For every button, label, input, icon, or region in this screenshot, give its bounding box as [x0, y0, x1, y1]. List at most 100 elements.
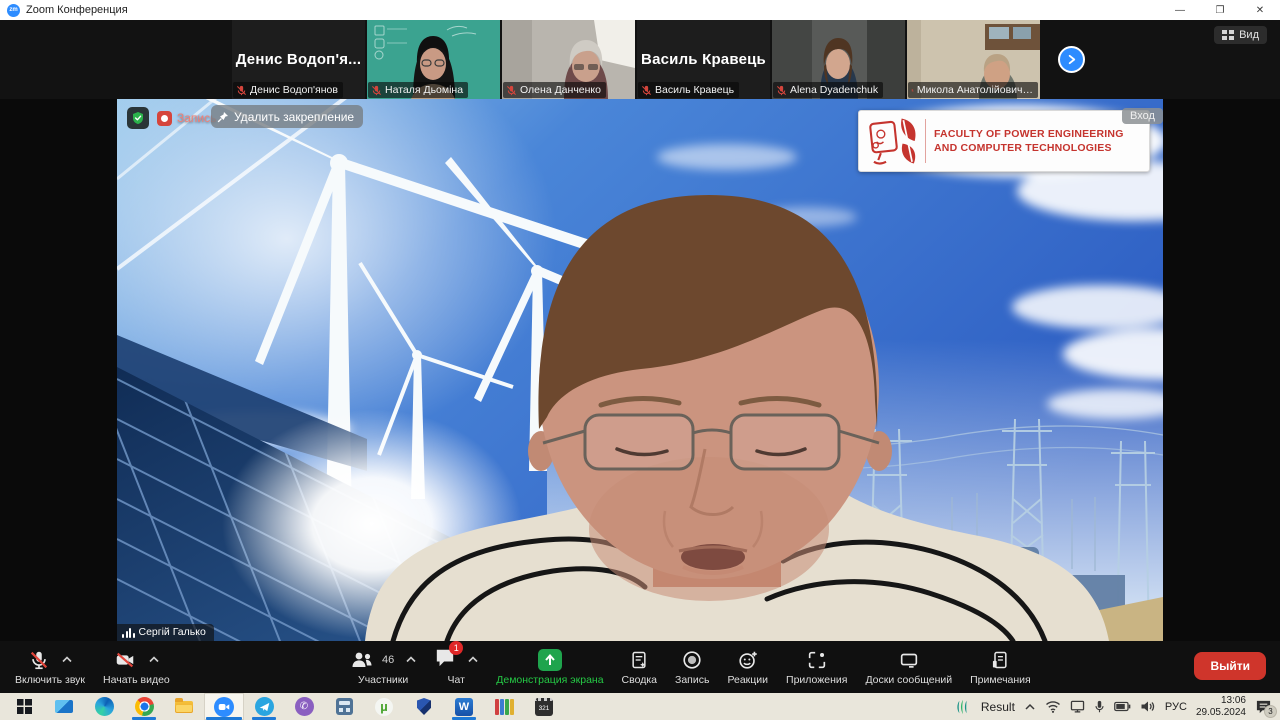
record-icon [681, 649, 703, 671]
summary-button[interactable]: Сводка [613, 641, 666, 693]
taskbar-explorer[interactable] [164, 693, 204, 720]
taskbar-zoom[interactable] [204, 693, 244, 720]
participant-tile[interactable]: Наталя Дьоміна [367, 20, 500, 99]
participant-tiles: Денис Водоп'я... Денис Водоп'янов [232, 20, 1040, 99]
weather-widget-icon[interactable] [954, 698, 972, 716]
main-stage: Запись Удалить закрепление [0, 99, 1280, 641]
participants-filmstrip: Денис Водоп'я... Денис Водоп'янов [0, 20, 1280, 99]
language-indicator[interactable]: РУС [1165, 701, 1187, 713]
chat-unread-badge: 1 [449, 641, 463, 655]
telegram-icon [255, 697, 274, 716]
recording-indicator[interactable]: Запись [157, 111, 216, 126]
mail-icon [55, 700, 73, 713]
unmute-button[interactable]: Включить звук [6, 641, 94, 693]
remove-pin-button[interactable]: Удалить закрепление [211, 105, 363, 128]
display-icon[interactable] [1070, 700, 1085, 713]
participant-tile[interactable]: Олена Данченко [502, 20, 635, 99]
mic-muted-icon [236, 85, 247, 96]
taskbar-calculator[interactable] [324, 693, 364, 720]
taskbar-telegram[interactable] [244, 693, 284, 720]
taskbar-mediaplayer[interactable]: 321 [524, 693, 564, 720]
participant-tile[interactable]: Alena Dyadenchuk [772, 20, 905, 99]
participant-name-label: Олена Данченко [503, 82, 606, 98]
participant-tile[interactable]: Микола Анатолійович… [907, 20, 1040, 99]
start-video-button[interactable]: Начать видео [94, 641, 179, 693]
participant-name-label: Микола Анатолійович… [908, 82, 1038, 98]
window-titlebar: zm Zoom Конференция — ❐ ✕ [0, 0, 1280, 20]
next-participants-button[interactable] [1058, 46, 1085, 73]
faculty-banner: FACULTY OF POWER ENGINEERING AND COMPUTE… [858, 110, 1150, 172]
taskbar-antivirus[interactable] [404, 693, 444, 720]
taskbar-chrome[interactable] [124, 693, 164, 720]
view-button[interactable]: Вид [1214, 26, 1267, 44]
banner-divider [925, 119, 926, 163]
chevron-up-icon[interactable] [468, 656, 478, 663]
close-button[interactable]: ✕ [1240, 0, 1280, 20]
faculty-logo [867, 115, 919, 167]
chevron-up-icon[interactable] [62, 656, 72, 663]
participant-name-label: Василь Кравець [638, 82, 739, 98]
speaker-video-scene [117, 99, 1163, 641]
share-screen-icon [538, 649, 562, 671]
summary-icon [629, 649, 649, 671]
mic-muted-icon [506, 85, 517, 96]
banner-line-2: AND COMPUTER TECHNOLOGIES [934, 142, 1124, 154]
participant-name-label: Наталя Дьоміна [368, 82, 468, 98]
notification-center[interactable]: 3 [1255, 699, 1272, 715]
gallery-view-icon [1222, 30, 1234, 40]
share-screen-button[interactable]: Демонстрация экрана [487, 641, 612, 693]
shield-app-icon [417, 698, 431, 715]
audio-level-icon [122, 627, 135, 638]
chrome-icon [135, 697, 154, 716]
restore-button[interactable]: ❐ [1200, 0, 1240, 20]
security-shield-icon[interactable] [127, 107, 149, 129]
taskbar-mail[interactable] [44, 693, 84, 720]
video-off-icon [113, 649, 137, 671]
clock[interactable]: 13:06 29.05.2024 [1196, 695, 1246, 719]
apps-button[interactable]: Приложения [777, 641, 856, 693]
participant-tile[interactable]: Василь Кравець Василь Кравець [637, 20, 770, 99]
battery-icon[interactable] [1114, 701, 1131, 712]
mic-tray-icon[interactable] [1094, 700, 1105, 714]
recording-icon [157, 111, 172, 126]
winrar-icon [495, 699, 514, 715]
taskbar-word[interactable]: W [444, 693, 484, 720]
chevron-right-icon [1066, 54, 1077, 65]
taskbar-edge[interactable] [84, 693, 124, 720]
chevron-up-icon[interactable] [149, 656, 159, 663]
taskbar-utorrent[interactable]: µ [364, 693, 404, 720]
chevron-up-icon[interactable] [406, 656, 416, 663]
notes-button[interactable]: Примечания [961, 641, 1040, 693]
taskbar-winrar[interactable] [484, 693, 524, 720]
pin-icon [217, 111, 229, 123]
participant-tile[interactable]: Денис Водоп'я... Денис Водоп'янов [232, 20, 365, 99]
whiteboards-button[interactable]: Доски сообщений [856, 641, 961, 693]
zoom-app-icon: zm [7, 4, 20, 17]
active-speaker-label: Сергій Галько [117, 624, 214, 641]
whiteboards-icon [897, 649, 921, 671]
pinned-speaker-video: Запись Удалить закрепление [117, 99, 1163, 641]
zoom-meeting-window: zm Zoom Конференция — ❐ ✕ Денис Водоп'я.… [0, 0, 1280, 720]
leave-meeting-button[interactable]: Выйти [1194, 652, 1266, 680]
record-button[interactable]: Запись [666, 641, 718, 693]
wifi-icon[interactable] [1045, 700, 1061, 713]
participants-button[interactable]: 46 Участники [341, 641, 425, 693]
utorrent-icon: µ [375, 698, 393, 716]
mic-muted-icon [641, 85, 652, 96]
meeting-status-row: Запись [127, 107, 216, 129]
time: 13:06 [1196, 695, 1246, 707]
windows-logo-icon [17, 699, 32, 714]
speaker-icon[interactable] [1140, 700, 1156, 713]
meeting-toolbar: Включить звук Начать видео 46 Участники [0, 641, 1280, 693]
word-icon: W [455, 698, 473, 716]
mic-muted-icon [776, 85, 787, 96]
reactions-button[interactable]: Реакции [718, 641, 777, 693]
taskbar-viber[interactable]: ✆ [284, 693, 324, 720]
hidden-icons-chevron[interactable] [1024, 703, 1036, 711]
mic-muted-icon [371, 85, 382, 96]
widget-label[interactable]: Result [981, 700, 1015, 714]
chat-button[interactable]: 1 Чат [425, 641, 487, 693]
minimize-button[interactable]: — [1160, 0, 1200, 20]
entry-tag[interactable]: Вход [1122, 108, 1163, 124]
start-button[interactable] [4, 693, 44, 720]
